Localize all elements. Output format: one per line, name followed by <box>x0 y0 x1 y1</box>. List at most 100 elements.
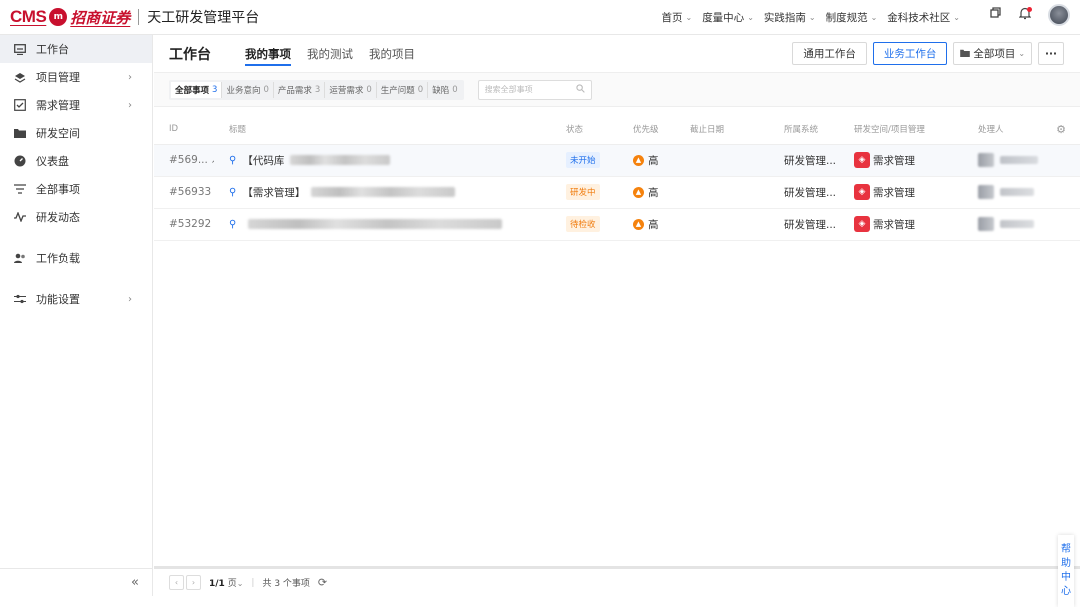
page-indicator[interactable]: 1/1 页⌄ <box>209 576 243 589</box>
external-link-icon[interactable]: ↗ <box>211 156 214 166</box>
topnav-guide[interactable]: 实践指南 ⌄ <box>764 10 816 25</box>
item-title-cell[interactable]: ⚲ 【代码库 <box>214 144 551 177</box>
column-header-space[interactable]: 研发空间/项目管理 <box>839 115 963 145</box>
help-char: 助 <box>1061 558 1071 569</box>
refresh-icon[interactable]: ⟳ <box>318 576 327 589</box>
sidebar-item-workload[interactable]: 工作负载 <box>0 244 152 272</box>
sidebar-item-all-items[interactable]: 全部事项 <box>0 175 152 203</box>
tab-my-tests[interactable]: 我的测试 <box>307 35 353 73</box>
requirement-space-icon: ◈ <box>854 152 870 168</box>
item-id: #569... <box>169 154 208 166</box>
redacted-text <box>311 187 456 197</box>
column-header-system[interactable]: 所属系统 <box>769 115 839 145</box>
sidebar-item-project-management[interactable]: 项目管理 › <box>0 63 152 91</box>
item-title-cell[interactable]: ⚲ <box>214 208 551 241</box>
page-unit: 页 <box>227 579 237 589</box>
bell-icon[interactable] <box>1018 6 1032 24</box>
sidebar-item-requirements[interactable]: 需求管理 › <box>0 91 152 119</box>
topnav-policy[interactable]: 制度规范 ⌄ <box>826 10 878 25</box>
status-cell: 待检收 <box>551 208 618 241</box>
help-center-button[interactable]: 帮 助 中 心 <box>1058 535 1074 607</box>
filter-tab-business-intent[interactable]: 业务意向 0 <box>222 81 274 98</box>
gear-icon[interactable]: ⚙ <box>1056 123 1066 136</box>
assignee-cell[interactable] <box>963 208 1080 241</box>
sidebar-collapse-button[interactable]: « <box>0 568 153 596</box>
brand-logo[interactable]: CMS m 招商证券 天工研发管理平台 <box>0 0 259 35</box>
space-cell[interactable]: ◈ 需求管理 <box>839 144 963 177</box>
item-id-cell[interactable]: #53292 <box>154 208 214 241</box>
sidebar-item-workbench[interactable]: 工作台 <box>0 35 152 63</box>
sidebar-item-dev-space[interactable]: 研发空间 <box>0 119 152 147</box>
column-header-due-date[interactable]: 截止日期 <box>675 115 769 145</box>
column-header-status[interactable]: 状态 <box>551 115 618 145</box>
filter-tab-count: 0 <box>366 84 372 95</box>
filter-tab-prod-issue[interactable]: 生产问题 0 <box>377 81 429 98</box>
priority-label: 高 <box>648 186 659 199</box>
sidebar-item-label: 功能设置 <box>36 293 80 306</box>
item-id-cell[interactable]: #56933 <box>154 176 214 209</box>
business-workbench-button[interactable]: 业务工作台 <box>872 42 948 65</box>
tab-my-projects[interactable]: 我的项目 <box>369 35 415 73</box>
due-date-cell <box>675 144 769 177</box>
item-id-cell[interactable]: #569...↗ <box>154 144 214 177</box>
next-page-button[interactable]: › <box>186 575 201 590</box>
space-label: 需求管理 <box>873 154 915 167</box>
assignee-cell[interactable] <box>963 176 1080 209</box>
topnav-home[interactable]: 首页 ⌄ <box>661 10 692 25</box>
filter-tab-defect[interactable]: 缺陷 0 <box>428 82 461 98</box>
status-badge[interactable]: 待检收 <box>566 216 600 232</box>
pagination-bar: ‹ › 1/1 页⌄ | 共 3 个事项 ⟳ <box>154 566 1080 596</box>
filter-tab-label: 生产问题 <box>380 85 415 96</box>
space-cell[interactable]: ◈ 需求管理 <box>839 176 963 209</box>
table-row[interactable]: #53292 ⚲ 待检收 ▲ 高 研发管理... ◈ 需求管理 <box>154 208 1080 241</box>
filter-tab-all[interactable]: 全部事项 3 <box>171 81 223 98</box>
column-header-id[interactable]: ID <box>154 115 214 145</box>
window-icon[interactable] <box>988 7 1002 23</box>
search-icon <box>575 84 585 95</box>
prev-page-button[interactable]: ‹ <box>169 575 184 590</box>
logo-badge-icon: m <box>49 8 68 26</box>
table-row[interactable]: #56933 ⚲ 【需求管理】 研发中 ▲ 高 研发管理... ◈ 需求管理 <box>154 176 1080 209</box>
tab-my-items[interactable]: 我的事项 <box>245 35 291 73</box>
chevron-down-icon: ⌄ <box>685 13 693 22</box>
chevron-down-icon: ⌄ <box>953 13 960 22</box>
redacted-text <box>248 219 503 229</box>
status-badge[interactable]: 研发中 <box>566 184 600 200</box>
filter-tab-label: 运营需求 <box>329 85 364 96</box>
system-cell: 研发管理... <box>769 176 839 209</box>
chevron-down-icon: ⌄ <box>1018 49 1026 58</box>
table-row[interactable]: #569...↗ ⚲【代码库 未开始 ▲高 研发管理... ◈需求管理 <box>154 144 1080 177</box>
more-button[interactable]: ··· <box>1038 42 1064 65</box>
filter-tab-product-req[interactable]: 产品需求 3 <box>274 81 326 98</box>
search-input[interactable]: 搜索全部事项 <box>477 79 592 100</box>
top-bar: CMS m 招商证券 天工研发管理平台 首页 ⌄ 度量中心 ⌄ 实践指南 ⌄ 制度规范… <box>0 0 1080 35</box>
sidebar-item-label: 工作台 <box>36 43 69 56</box>
column-header-title[interactable]: 标题 <box>214 115 551 145</box>
status-badge[interactable]: 未开始 <box>566 152 600 168</box>
sidebar-item-dashboard[interactable]: 仪表盘 <box>0 147 152 175</box>
assignee-cell[interactable] <box>963 144 1080 177</box>
project-select[interactable]: 全部项目 ⌄ <box>953 42 1033 65</box>
topnav-community[interactable]: 金科技术社区 ⌄ <box>887 10 960 25</box>
sidebar-item-settings[interactable]: 功能设置 › <box>0 285 152 313</box>
help-char: 心 <box>1061 586 1071 597</box>
topnav-label: 实践指南 <box>763 12 806 24</box>
due-date-cell <box>675 176 769 209</box>
redacted-name <box>1000 220 1034 228</box>
activity-icon <box>14 211 26 223</box>
items-table: ⚙ ID 标题 状态 优先级 截止日期 所属系统 研发空间/项目管理 处理人 #… <box>154 115 1080 241</box>
chevron-right-icon: › <box>128 293 132 305</box>
column-header-priority[interactable]: 优先级 <box>618 115 675 145</box>
sidebar-item-dev-activity[interactable]: 研发动态 <box>0 203 152 231</box>
filter-bar: 全部事项 3 业务意向 0 产品需求 3 运营需求 0 生产问题 0 缺陷 0 搜索全部事项 <box>154 73 1080 107</box>
filter-tab-count: 0 <box>263 84 269 95</box>
general-workbench-button[interactable]: 通用工作台 <box>792 42 867 65</box>
priority-high-icon: ▲ <box>633 186 644 198</box>
filter-tab-ops-req[interactable]: 运营需求 0 <box>325 81 377 98</box>
page-number: 1/1 <box>209 579 225 589</box>
space-cell[interactable]: ◈ 需求管理 <box>839 208 963 241</box>
item-title-cell[interactable]: ⚲ 【需求管理】 <box>214 176 551 209</box>
system-cell: 研发管理... <box>769 208 839 241</box>
avatar[interactable] <box>1048 4 1070 26</box>
topnav-metrics[interactable]: 度量中心 ⌄ <box>702 10 754 25</box>
